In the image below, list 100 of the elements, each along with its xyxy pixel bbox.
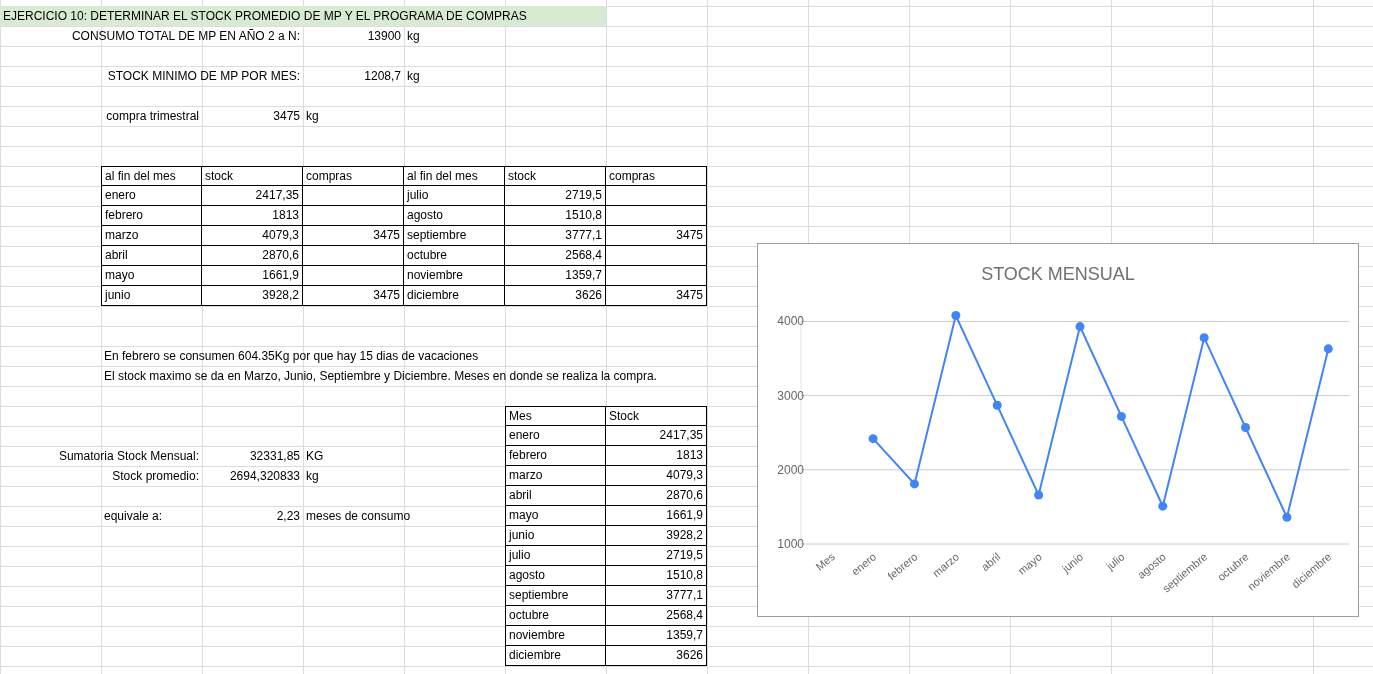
table-cell: 4079,3 bbox=[202, 226, 303, 246]
column-header: stock bbox=[505, 166, 606, 186]
table-cell: 2870,6 bbox=[606, 486, 707, 506]
table-cell: diciembre bbox=[404, 286, 505, 306]
summary-label: Sumatoria Stock Mensual: bbox=[57, 448, 200, 465]
data-point bbox=[1116, 411, 1126, 421]
summary-value: 2,23 bbox=[275, 508, 301, 525]
column-header: al fin del mes bbox=[404, 166, 505, 186]
table-cell: 1813 bbox=[202, 206, 303, 226]
unit-label: kg bbox=[305, 468, 320, 485]
table-cell: agosto bbox=[404, 206, 505, 226]
table-cell: septiembre bbox=[505, 586, 606, 606]
chart-title: STOCK MENSUAL bbox=[981, 264, 1135, 284]
column-header: compras bbox=[303, 166, 404, 186]
unit-label: kg bbox=[406, 68, 421, 85]
y-tick-label: 2000 bbox=[777, 462, 804, 477]
table-cell: 3777,1 bbox=[505, 226, 606, 246]
parameter-value: 13900 bbox=[366, 28, 402, 45]
table-cell: 1359,7 bbox=[505, 266, 606, 286]
table-cell: 1813 bbox=[606, 446, 707, 466]
data-point bbox=[1158, 501, 1168, 511]
note-text: En febrero se consumen 604.35Kg por que hay 15 dias de vacaciones bbox=[103, 348, 480, 365]
table-cell: mayo bbox=[505, 506, 606, 526]
table-cell: 2870,6 bbox=[202, 246, 303, 266]
y-tick-label: 4000 bbox=[777, 314, 804, 329]
data-point bbox=[1034, 490, 1044, 500]
table-cell: diciembre bbox=[505, 646, 606, 666]
table-cell: 3626 bbox=[505, 286, 606, 306]
table-cell: marzo bbox=[101, 226, 202, 246]
table-cell: abril bbox=[101, 246, 202, 266]
table-cell: 2417,35 bbox=[606, 426, 707, 446]
table-cell: 4079,3 bbox=[606, 466, 707, 486]
table-cell: mayo bbox=[101, 266, 202, 286]
table-cell: julio bbox=[404, 186, 505, 206]
table-cell: 3928,2 bbox=[202, 286, 303, 306]
unit-label: kg bbox=[406, 28, 421, 45]
data-point bbox=[1075, 322, 1085, 332]
table-cell: enero bbox=[505, 426, 606, 446]
table-cell: octubre bbox=[404, 246, 505, 266]
table-cell: 3475 bbox=[303, 286, 404, 306]
data-point bbox=[909, 479, 919, 489]
unit-label: KG bbox=[305, 448, 325, 465]
parameter-label: CONSUMO TOTAL DE MP EN AÑO 2 a N: bbox=[70, 28, 301, 45]
parameter-value: 3475 bbox=[272, 108, 301, 125]
unit-label: kg bbox=[305, 108, 320, 125]
table-cell: 3475 bbox=[606, 226, 707, 246]
y-tick-label: 3000 bbox=[777, 388, 804, 403]
data-point bbox=[992, 400, 1002, 410]
table-cell: junio bbox=[101, 286, 202, 306]
data-point bbox=[951, 311, 961, 320]
summary-label: Stock promedio: bbox=[111, 468, 200, 485]
data-point bbox=[1199, 333, 1209, 343]
table-cell: 1510,8 bbox=[505, 206, 606, 226]
table-cell: 3928,2 bbox=[606, 526, 707, 546]
column-header: compras bbox=[606, 166, 707, 186]
x-tick-label: julio bbox=[1103, 550, 1127, 573]
table-cell: abril bbox=[505, 486, 606, 506]
unit-label: meses de consumo bbox=[305, 508, 412, 525]
table-cell: 3475 bbox=[303, 226, 404, 246]
table-cell: 3777,1 bbox=[606, 586, 707, 606]
table-cell: 2417,35 bbox=[202, 186, 303, 206]
table-cell: septiembre bbox=[404, 226, 505, 246]
summary-label: equivale a: bbox=[103, 508, 164, 525]
sheet-title: EJERCICIO 10: DETERMINAR EL STOCK PROMEDIO DE MP Y EL PROGRAMA DE COMPRAS bbox=[0, 6, 606, 26]
table-cell: agosto bbox=[505, 566, 606, 586]
column-header: al fin del mes bbox=[101, 166, 202, 186]
table-cell: enero bbox=[101, 186, 202, 206]
table-cell: febrero bbox=[101, 206, 202, 226]
table-cell: 2719,5 bbox=[505, 186, 606, 206]
x-tick-label: Mes bbox=[813, 550, 837, 573]
table-cell: 2568,4 bbox=[505, 246, 606, 266]
summary-value: 32331,85 bbox=[248, 448, 301, 465]
table-cell: noviembre bbox=[404, 266, 505, 286]
y-tick-label: 1000 bbox=[777, 537, 804, 551]
column-header: stock bbox=[202, 166, 303, 186]
parameter-label: STOCK MINIMO DE MP POR MES: bbox=[106, 68, 301, 85]
table-cell: junio bbox=[505, 526, 606, 546]
table-cell: 1661,9 bbox=[202, 266, 303, 286]
parameter-label: compra trimestral bbox=[105, 108, 200, 125]
table-cell: julio bbox=[505, 546, 606, 566]
column-header: Stock bbox=[606, 406, 707, 426]
table-cell: marzo bbox=[505, 466, 606, 486]
table-cell: 1359,7 bbox=[606, 626, 707, 646]
data-point bbox=[1282, 512, 1292, 522]
table-cell: noviembre bbox=[505, 626, 606, 646]
table-cell: octubre bbox=[505, 606, 606, 626]
data-point bbox=[1241, 423, 1251, 432]
data-point bbox=[868, 434, 878, 444]
table-cell: 3475 bbox=[606, 286, 707, 306]
note-text: El stock maximo se da en Marzo, Junio, Septiembre y Diciembre. Meses en donde se realiza la compra. bbox=[103, 368, 658, 385]
parameter-value: 1208,7 bbox=[363, 68, 402, 85]
column-header: Mes bbox=[505, 406, 606, 426]
table-cell: 1510,8 bbox=[606, 566, 707, 586]
table-cell: febrero bbox=[505, 446, 606, 466]
table-cell: 3626 bbox=[606, 646, 707, 666]
table-cell: 2719,5 bbox=[606, 546, 707, 566]
summary-value: 2694,320833 bbox=[228, 468, 301, 485]
data-point bbox=[1323, 344, 1333, 354]
table-cell: 2568,4 bbox=[606, 606, 707, 626]
table-cell: 1661,9 bbox=[606, 506, 707, 526]
